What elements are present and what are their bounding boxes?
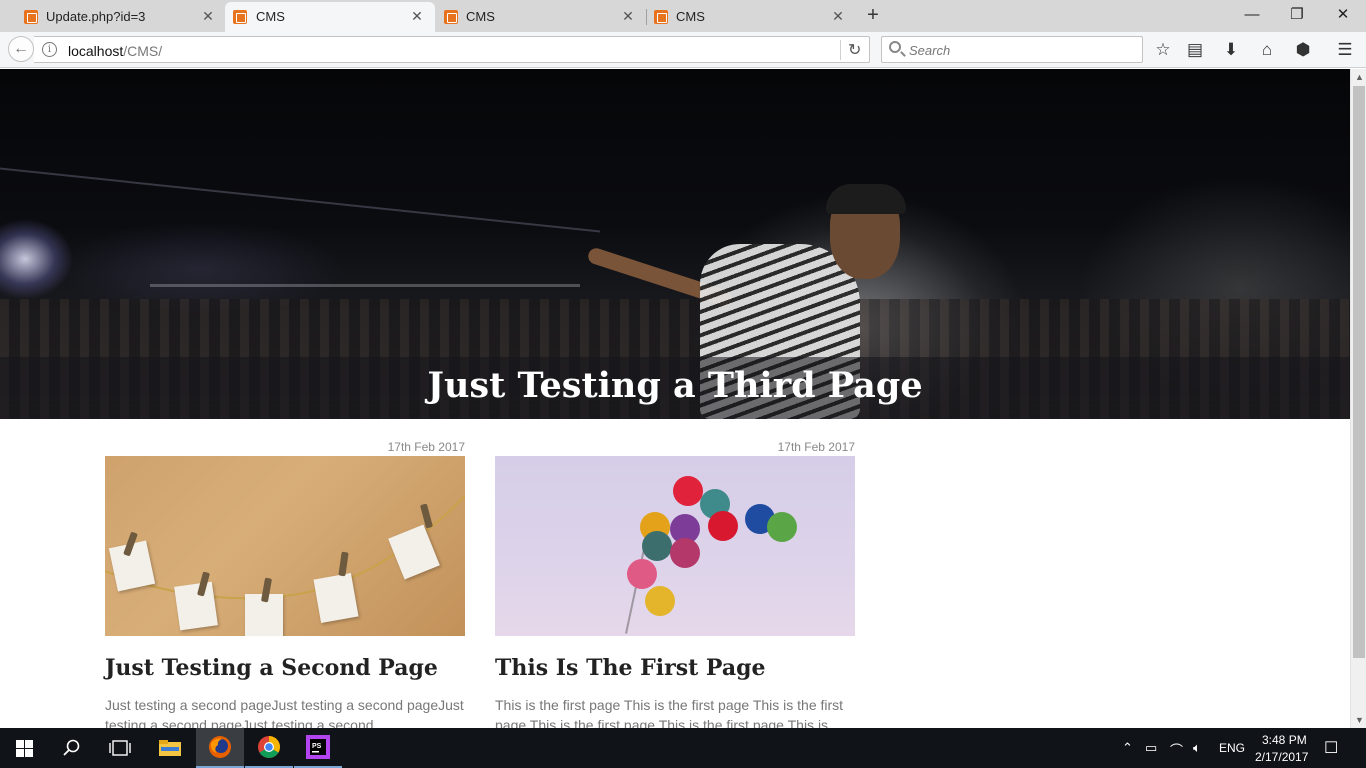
bookmark-star-icon[interactable]: ☆: [1152, 39, 1174, 61]
home-icon[interactable]: ⌂: [1256, 39, 1278, 61]
minimize-button[interactable]: —: [1240, 4, 1264, 26]
xampp-favicon-icon: [654, 10, 668, 24]
tab-label: CMS: [466, 9, 495, 24]
post-date: 17th Feb 2017: [387, 440, 465, 454]
firefox-button[interactable]: [196, 728, 244, 768]
post-title[interactable]: Just Testing a Second Page: [105, 655, 485, 681]
tab-update[interactable]: Update.php?id=3 ✕: [0, 2, 224, 32]
phpstorm-button[interactable]: PS: [294, 728, 342, 768]
post-thumbnail[interactable]: [105, 456, 465, 636]
language-indicator[interactable]: ENG: [1219, 741, 1245, 755]
balloon-icon: [670, 538, 700, 568]
tab-cms-3[interactable]: CMS ✕: [646, 2, 856, 32]
volume-icon[interactable]: 🔈︎: [1193, 740, 1201, 756]
windows-logo-icon: [15, 739, 33, 757]
back-button[interactable]: ←: [8, 36, 34, 62]
hero-skater-cap: [826, 184, 906, 214]
scroll-thumb[interactable]: [1353, 86, 1365, 658]
clock-time[interactable]: 3:48 PM: [1262, 733, 1307, 747]
close-icon[interactable]: ✕: [408, 7, 426, 25]
tab-label: CMS: [256, 9, 285, 24]
url-path: /CMS/: [123, 43, 163, 59]
xampp-favicon-icon: [24, 10, 38, 24]
taskbar: PS ⌃ ▭ ⌒ 🔈︎ ENG 3:48 PM 2/17/2017 ☐: [0, 728, 1366, 768]
balloon-icon: [708, 511, 738, 541]
chrome-icon: [258, 736, 280, 758]
search-input[interactable]: Search: [881, 36, 1143, 63]
note-card: [313, 573, 359, 623]
scroll-down-arrow-icon[interactable]: ▼: [1355, 715, 1364, 725]
file-explorer-button[interactable]: [146, 728, 194, 768]
url-host: localhost: [68, 43, 124, 59]
clock-date[interactable]: 2/17/2017: [1255, 750, 1308, 764]
close-icon[interactable]: ✕: [619, 7, 637, 25]
download-icon[interactable]: ⬇: [1220, 39, 1242, 61]
back-arrow-icon: ←: [13, 40, 29, 57]
tab-cms-active[interactable]: CMS ✕: [225, 2, 435, 32]
battery-icon[interactable]: ▭: [1145, 740, 1157, 756]
balloon-icon: [673, 476, 703, 506]
tab-label: CMS: [676, 9, 705, 24]
chrome-button[interactable]: [245, 728, 293, 768]
page-viewport: Just Testing a Third Page 17th Feb 2017 …: [0, 69, 1350, 728]
search-icon: [63, 739, 80, 756]
url-text[interactable]: localhost/CMS/: [68, 43, 162, 59]
menu-icon[interactable]: ☰: [1334, 39, 1356, 61]
tab-label: Update.php?id=3: [46, 9, 146, 24]
firefox-icon: [209, 736, 231, 758]
task-view-button[interactable]: [96, 728, 144, 768]
navigation-bar: ← i localhost/CMS/ ↻ Search ☆ ▤ ⬇ ⌂ ⬢ ☰: [0, 32, 1366, 68]
xampp-favicon-icon: [233, 10, 247, 24]
note-card: [174, 581, 218, 631]
site-info-icon[interactable]: i: [42, 42, 57, 57]
post-title[interactable]: This Is The First Page: [495, 655, 875, 681]
hero-title[interactable]: Just Testing a Third Page: [0, 365, 1350, 406]
balloon-icon: [645, 586, 675, 616]
tab-strip: Update.php?id=3 ✕ CMS ✕ CMS ✕ CMS ✕ + — …: [0, 0, 1366, 32]
balloon-icon: [642, 531, 672, 561]
start-button[interactable]: [0, 728, 48, 768]
post-date: 17th Feb 2017: [777, 440, 855, 454]
file-explorer-icon: [159, 740, 181, 756]
url-bar[interactable]: i localhost/CMS/ ↻: [34, 36, 870, 63]
reload-icon[interactable]: ↻: [848, 40, 861, 60]
xampp-favicon-icon: [444, 10, 458, 24]
reading-list-icon[interactable]: ▤: [1184, 39, 1206, 61]
wifi-icon[interactable]: ⌒: [1170, 740, 1183, 759]
balloon-icon: [767, 512, 797, 542]
taskbar-search-button[interactable]: [48, 728, 96, 768]
scroll-up-arrow-icon[interactable]: ▲: [1355, 72, 1364, 82]
post-excerpt: This is the first page This is the first…: [495, 697, 844, 728]
phpstorm-icon: PS: [306, 735, 330, 759]
post-thumbnail[interactable]: [495, 456, 855, 636]
restore-button[interactable]: ❐: [1285, 4, 1309, 26]
close-icon[interactable]: ✕: [829, 7, 847, 25]
tab-cms-2[interactable]: CMS ✕: [436, 2, 646, 32]
search-icon: [889, 41, 901, 53]
task-view-icon: [109, 740, 131, 756]
hero-fence: [0, 167, 600, 301]
post-excerpt: Just testing a second pageJust testing a…: [105, 697, 464, 728]
close-window-button[interactable]: ✕: [1331, 4, 1355, 26]
hero-rail: [150, 284, 580, 287]
svg-text:PS: PS: [312, 743, 322, 750]
close-icon[interactable]: ✕: [199, 7, 217, 25]
show-hidden-icons-icon[interactable]: ⌃: [1122, 740, 1133, 756]
url-divider: [840, 40, 841, 60]
hero-banner[interactable]: Just Testing a Third Page: [0, 69, 1350, 419]
balloon-icon: [627, 559, 657, 589]
new-tab-button[interactable]: +: [862, 5, 884, 27]
action-center-icon[interactable]: ☐: [1324, 738, 1338, 758]
pocket-icon[interactable]: ⬢: [1292, 39, 1314, 61]
page-scrollbar[interactable]: ▲ ▼: [1350, 69, 1366, 728]
search-placeholder: Search: [909, 43, 951, 58]
